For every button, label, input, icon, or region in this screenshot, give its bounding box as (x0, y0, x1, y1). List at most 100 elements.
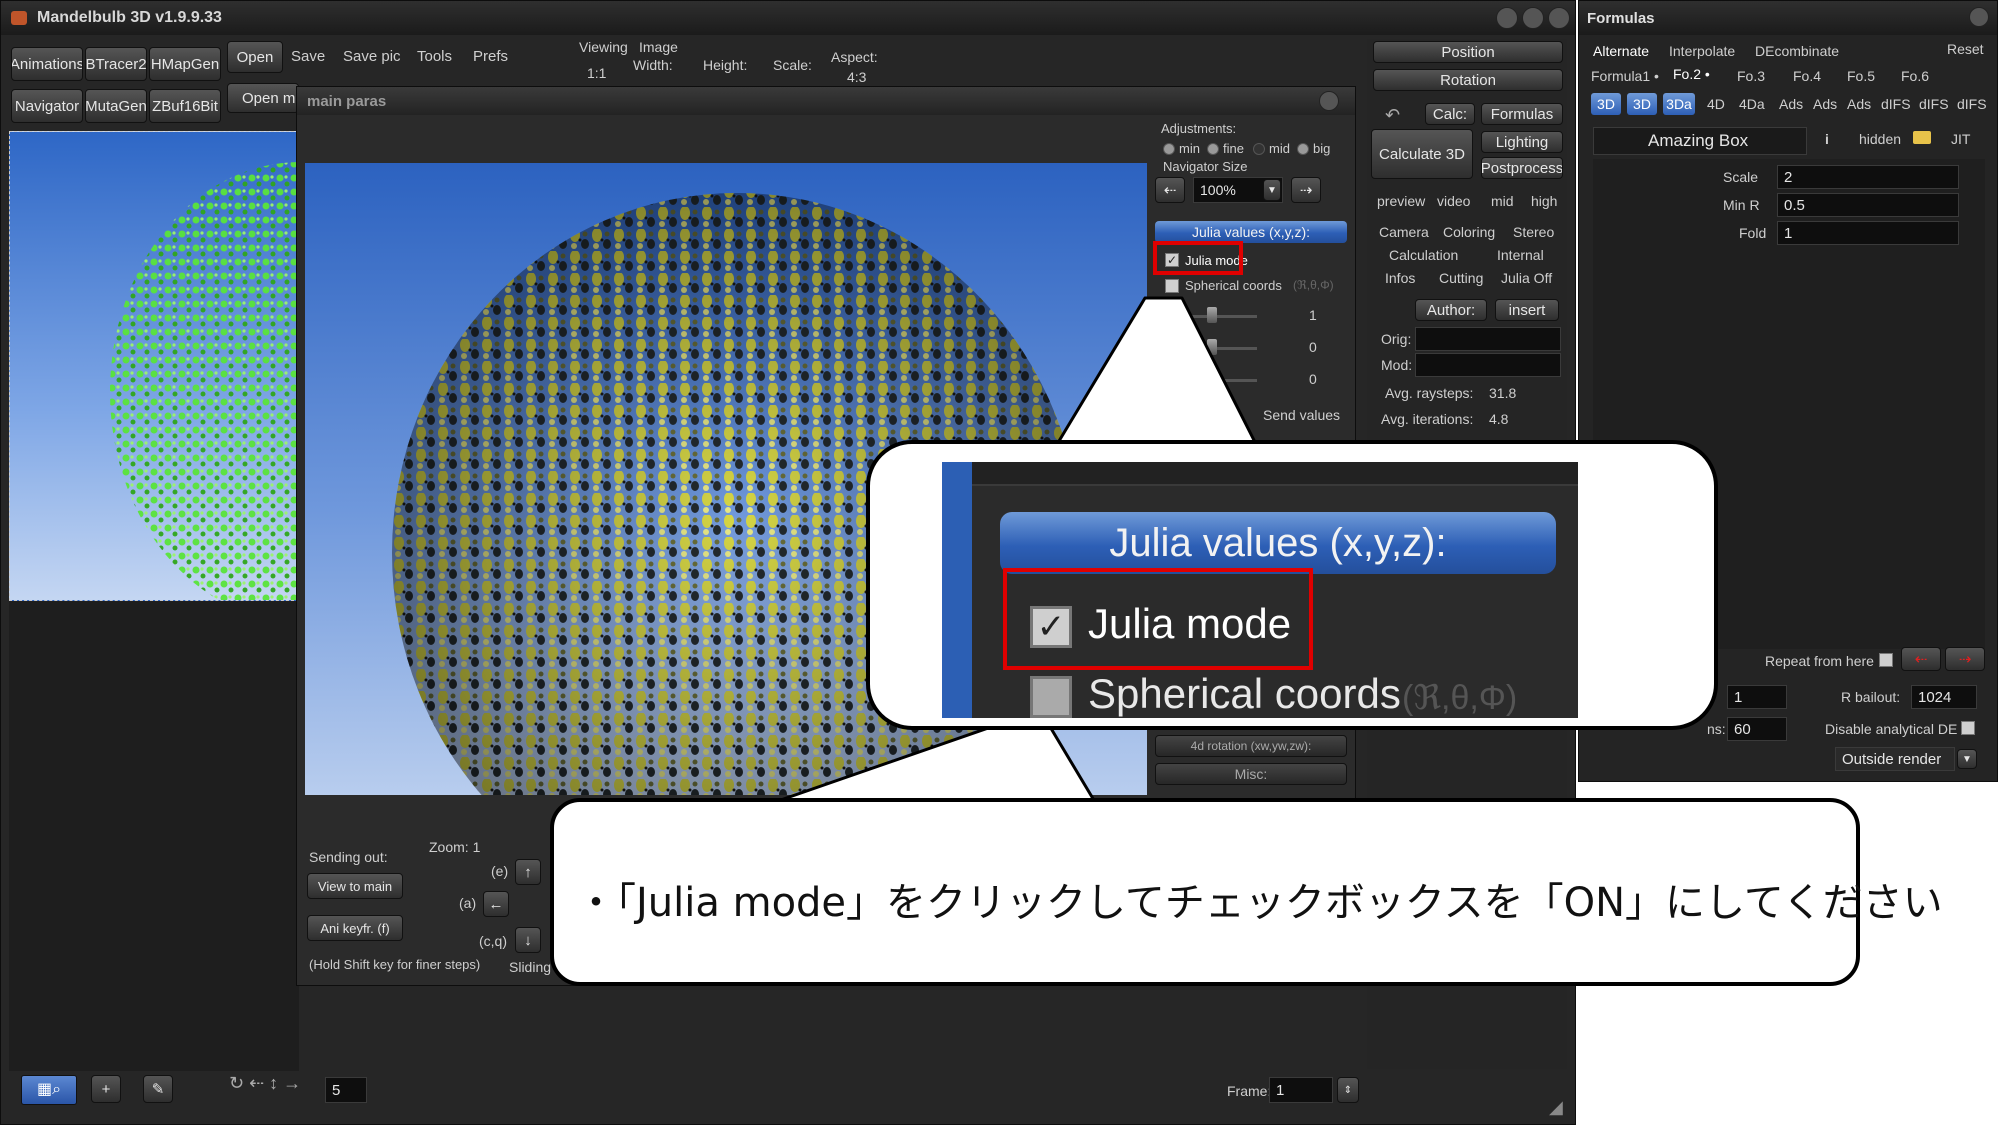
tab-fo4[interactable]: Fo.4 (1793, 68, 1821, 84)
btracer2-button[interactable]: BTracer2 (85, 47, 147, 81)
move-down-button[interactable]: ↓ (515, 927, 541, 953)
julia-x-knob[interactable] (1207, 307, 1217, 323)
type-4da-button[interactable]: 4Da (1739, 96, 1765, 112)
tab-calculation[interactable]: Calculation (1389, 247, 1458, 263)
prev-formula-button[interactable]: ⇠ (1901, 647, 1941, 671)
type-ads-button-3[interactable]: Ads (1847, 96, 1871, 112)
frame-field[interactable]: 1 (1269, 1077, 1333, 1103)
tab-fo3[interactable]: Fo.3 (1737, 68, 1765, 84)
r-bailout-field[interactable]: 1024 (1911, 685, 1977, 709)
spherical-coords-checkbox[interactable] (1165, 279, 1179, 293)
misc-bar[interactable]: Misc: (1155, 763, 1347, 785)
julia-x-slider[interactable] (1177, 315, 1257, 318)
tab-formula1[interactable]: Formula1 • (1591, 68, 1659, 84)
type-difs-button-2[interactable]: dIFS (1919, 96, 1949, 112)
formulas-reset-button[interactable]: Reset (1947, 41, 1984, 57)
lighting-button[interactable]: Lighting (1481, 131, 1563, 153)
orig-field[interactable] (1415, 327, 1561, 351)
author-button[interactable]: Author: (1415, 299, 1487, 321)
nav-size-right-button[interactable]: ⇢ (1291, 177, 1321, 203)
type-3da-button[interactable]: 3Da (1663, 93, 1695, 115)
view-to-main-button[interactable]: View to main (307, 873, 403, 899)
mutagen-button[interactable]: MutaGen (85, 89, 147, 123)
frame-stepper[interactable]: ⇕ (1337, 1077, 1359, 1103)
tab-decombinate[interactable]: DEcombinate (1755, 43, 1839, 59)
type-4d-button[interactable]: 4D (1707, 96, 1725, 112)
tab-coloring[interactable]: Coloring (1443, 224, 1495, 240)
iterations-field[interactable]: 1 (1727, 685, 1787, 709)
param-field-fold[interactable]: 1 (1777, 221, 1959, 245)
type-difs-button-1[interactable]: dIFS (1881, 96, 1911, 112)
type-ads-button-2[interactable]: Ads (1813, 96, 1837, 112)
hmapgen-button[interactable]: HMapGen (149, 47, 221, 81)
tab-interpolate[interactable]: Interpolate (1669, 43, 1735, 59)
julia-y-knob[interactable] (1207, 339, 1217, 355)
save-pic-button[interactable]: Save pic (343, 48, 401, 65)
nav-size-left-button[interactable]: ⇠ (1155, 177, 1185, 203)
type-difs-button-3[interactable]: dIFS (1957, 96, 1987, 112)
tab-camera[interactable]: Camera (1379, 224, 1429, 240)
calculate-3d-button[interactable]: Calculate 3D (1371, 129, 1473, 179)
send-values-button[interactable]: Send values (1263, 407, 1340, 423)
move-up-button[interactable]: ↑ (515, 859, 541, 885)
type-3d-button[interactable]: 3D (1591, 93, 1621, 115)
move-left-button[interactable]: ← (483, 891, 509, 917)
tools-button[interactable]: Tools (417, 48, 452, 65)
adj-mid-radio[interactable] (1253, 143, 1265, 155)
tab-fo5[interactable]: Fo.5 (1847, 68, 1875, 84)
adj-big-radio[interactable] (1297, 143, 1309, 155)
tab-internal[interactable]: Internal (1497, 247, 1544, 263)
formulas-button[interactable]: Formulas (1481, 103, 1563, 125)
rotation-button[interactable]: Rotation (1373, 69, 1563, 91)
tab-cutting[interactable]: Cutting (1439, 270, 1483, 286)
tab-alternate[interactable]: Alternate (1593, 43, 1649, 59)
repeat-from-here-checkbox[interactable] (1879, 653, 1893, 667)
quality-mid[interactable]: mid (1491, 193, 1514, 209)
insert-button[interactable]: insert (1495, 299, 1559, 321)
type-ads-button-1[interactable]: Ads (1779, 96, 1803, 112)
spherical-coords-label[interactable]: Spherical coords (1185, 278, 1282, 293)
param-field-min-r[interactable]: 0.5 (1777, 193, 1959, 217)
resize-grip-icon[interactable]: ◢ (1549, 1097, 1563, 1118)
prefs-button[interactable]: Prefs (473, 48, 508, 65)
tab-fo6[interactable]: Fo.6 (1901, 68, 1929, 84)
minimize-icon[interactable] (1496, 7, 1518, 29)
zbuf16bit-button[interactable]: ZBuf16Bit (149, 89, 221, 123)
adj-min-radio[interactable] (1163, 143, 1175, 155)
tab-julia-off[interactable]: Julia Off (1501, 270, 1552, 286)
julia-z-knob[interactable] (1207, 371, 1217, 387)
animations-button[interactable]: Animations (11, 47, 83, 81)
quality-video[interactable]: video (1437, 193, 1470, 209)
undo-icon[interactable]: ↶ (1385, 105, 1400, 126)
postprocess-button[interactable]: Postprocess (1481, 157, 1563, 179)
formula-info-icon[interactable]: i (1825, 131, 1829, 147)
nav-size-dropdown-icon[interactable]: ▼ (1263, 179, 1281, 201)
formulas-close-icon[interactable] (1969, 7, 1989, 27)
param-field-scale[interactable]: 2 (1777, 165, 1959, 189)
open-m3-button[interactable]: Open m3 (227, 83, 299, 113)
quality-preview[interactable]: preview (1377, 193, 1425, 209)
min-iterations-field[interactable]: 60 (1727, 717, 1787, 741)
tab-stereo[interactable]: Stereo (1513, 224, 1554, 240)
quality-high[interactable]: high (1531, 193, 1557, 209)
select-zoom-tool-icon[interactable]: ▦⌕ (21, 1075, 77, 1105)
outside-render-select[interactable]: Outside render (1835, 747, 1955, 771)
main-paras-close-icon[interactable] (1319, 91, 1339, 111)
maximize-icon[interactable] (1522, 7, 1544, 29)
add-icon[interactable]: + (91, 1075, 121, 1103)
open-button[interactable]: Open (227, 41, 283, 73)
julia-y-slider[interactable] (1177, 347, 1257, 350)
next-formula-button[interactable]: ⇢ (1945, 647, 1985, 671)
navigator-button[interactable]: Navigator (11, 89, 83, 123)
type-3d-button-2[interactable]: 3D (1627, 93, 1657, 115)
julia-values-bar[interactable]: Julia values (x,y,z): (1155, 221, 1347, 243)
get-values-button[interactable]: lues (1203, 407, 1229, 423)
formula-name-field[interactable]: Amazing Box (1593, 127, 1807, 155)
position-button[interactable]: Position (1373, 41, 1563, 63)
render-viewport[interactable] (9, 131, 299, 601)
save-button[interactable]: Save (291, 48, 325, 65)
disable-analytical-de-checkbox[interactable] (1961, 721, 1975, 735)
pen-icon[interactable]: ✎ (143, 1075, 173, 1103)
step-field[interactable]: 5 (325, 1077, 367, 1103)
mod-field[interactable] (1415, 353, 1561, 377)
